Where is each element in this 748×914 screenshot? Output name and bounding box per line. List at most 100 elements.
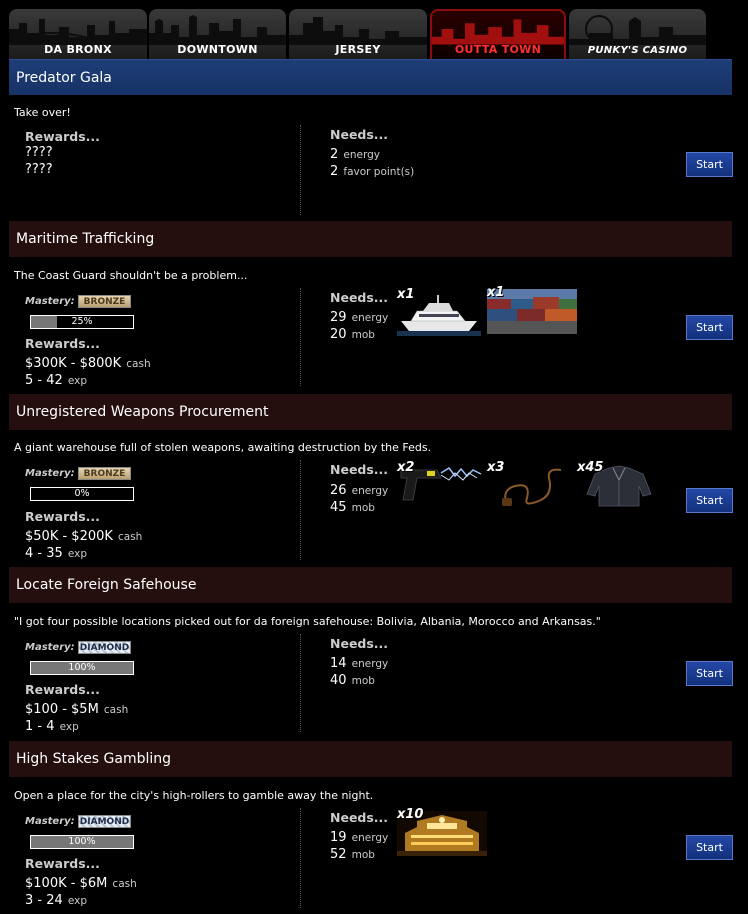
needs-label: Needs... [330,290,389,305]
exp-unit: exp [59,721,79,733]
tab-da-bronx[interactable]: DA BRONX [9,9,147,59]
outta-town-skyline-icon [432,19,564,45]
reward-exp: 5 - 42 exp [25,369,87,388]
mastery-progress-bar: 25% [30,315,134,329]
item-quantity: x10 [397,807,424,822]
mastery-progress-bar: 0% [30,487,134,501]
exp-value: 4 - 35 [25,546,63,561]
need-value: 40 [330,673,347,688]
required-item-yacht: x1 [397,287,481,336]
rewards-label: Rewards... [25,856,100,871]
job-title: Maritime Trafficking [9,221,732,257]
job-title: Unregistered Weapons Procurement [9,394,732,430]
mastery-progress-bar: 100% [30,661,134,675]
tab-label: JERSEY [335,43,381,56]
job-description: Open a place for the city's high-rollers… [14,789,374,802]
job-unregistered-weapons-procurement: Unregistered Weapons Procurement A giant… [9,394,733,562]
exp-unit: exp [67,548,88,560]
job-description: "I got four possible locations picked ou… [14,615,601,628]
required-item-containers: x1 [487,285,577,334]
tab-label: PUNKY'S CASINO [587,45,688,56]
need-favor-points: 2 favor point(s) [330,160,414,179]
needs-label: Needs... [330,810,389,825]
mastery-label: Mastery: [25,468,75,479]
mastery-badge-diamond: DIAMOND [78,815,131,828]
reward-unknown: ???? [25,162,53,177]
tab-downtown[interactable]: DOWNTOWN [149,9,286,59]
need-value: 2 [330,164,339,179]
reward-unknown: ???? [25,145,53,160]
job-high-stakes-gambling: High Stakes Gambling Open a place for th… [9,741,733,909]
city-tabs: DA BRONX DOWNTOWN JERSEY OUTTA TOWN PUNK… [0,0,748,59]
item-quantity: x1 [397,287,415,302]
need-unit: favor point(s) [343,166,415,178]
mastery-badge-diamond: DIAMOND [78,641,131,654]
rewards-label: Rewards... [25,682,100,697]
start-button[interactable]: Start [686,488,733,513]
column-divider [300,634,301,732]
start-button[interactable]: Start [686,835,733,860]
need-mob: 45 mob [330,496,375,515]
progress-percent: 25% [71,316,93,327]
job-title: Locate Foreign Safehouse [9,567,732,603]
start-button[interactable]: Start [686,315,733,340]
tab-label: DA BRONX [44,43,112,56]
casino-skyline-icon [569,15,706,45]
need-mob: 52 mob [330,843,375,862]
jersey-skyline-icon [289,17,427,45]
job-description: Take over! [14,106,71,119]
required-item-taser: x2 [397,460,487,509]
downtown-skyline-icon [149,15,286,45]
need-value: 20 [330,327,347,342]
job-predator-gala: Predator Gala Take over! Rewards... ????… [9,59,733,217]
item-quantity: x1 [487,285,505,300]
rewards-label: Rewards... [25,509,100,524]
start-button[interactable]: Start [686,152,733,177]
item-quantity: x2 [397,460,415,475]
rewards-label: Rewards... [25,336,100,351]
job-maritime-trafficking: Maritime Trafficking The Coast Guard sho… [9,221,733,389]
column-divider [300,288,301,386]
needs-label: Needs... [330,636,389,651]
reward-exp: 4 - 35 exp [25,542,87,561]
need-unit: mob [351,849,375,861]
cash-unit: cash [126,358,151,370]
tab-label: DOWNTOWN [177,43,258,56]
cash-unit: cash [112,878,137,890]
mastery-badge-bronze: BRONZE [78,467,131,480]
cash-unit: cash [118,531,143,543]
progress-percent: 100% [68,662,96,673]
mastery-progress-bar: 100% [30,835,134,849]
required-item-whip: x3 [487,460,573,509]
column-divider [300,125,301,215]
exp-unit: exp [67,895,88,907]
exp-value: 5 - 42 [25,373,63,388]
exp-value: 1 - 4 [25,719,55,734]
job-locate-foreign-safehouse: Locate Foreign Safehouse "I got four pos… [9,567,733,735]
column-divider [300,460,301,560]
start-button[interactable]: Start [686,661,733,686]
tab-outta-town[interactable]: OUTTA TOWN [430,9,566,59]
job-title: High Stakes Gambling [9,741,732,777]
required-item-casino: x10 [397,807,487,856]
exp-unit: exp [67,375,88,387]
need-mob: 20 mob [330,323,375,342]
job-title: Predator Gala [9,59,732,95]
need-unit: mob [351,329,375,341]
exp-value: 3 - 24 [25,893,63,908]
need-mob: 40 mob [330,669,375,688]
job-description: A giant warehouse full of stolen weapons… [14,441,432,454]
tab-label: OUTTA TOWN [454,43,542,56]
tab-punkys-casino[interactable]: PUNKY'S CASINO [569,9,706,59]
item-quantity: x45 [577,460,604,475]
required-item-jacket: x45 [577,460,661,509]
bronx-skyline-icon [9,19,147,45]
need-value: 45 [330,500,347,515]
tab-jersey[interactable]: JERSEY [289,9,427,59]
need-value: 52 [330,847,347,862]
need-unit: mob [351,675,375,687]
progress-percent: 100% [68,836,96,847]
mastery-label: Mastery: [25,816,75,827]
mastery-label: Mastery: [25,296,75,307]
column-divider [300,808,301,908]
